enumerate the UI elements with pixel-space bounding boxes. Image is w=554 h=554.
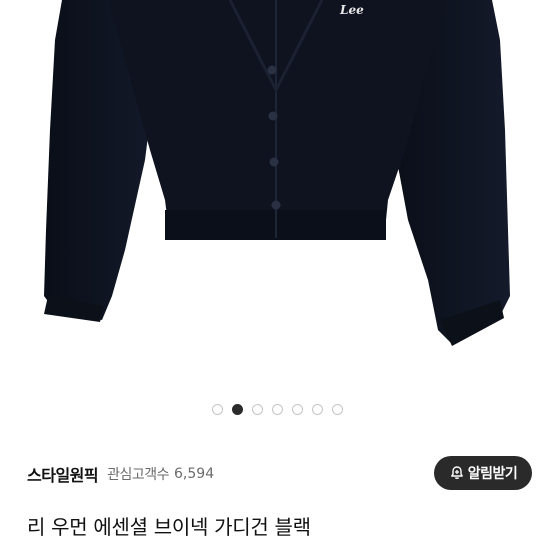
- store-name[interactable]: 스타일원픽: [27, 462, 99, 486]
- product-title: 리 우먼 에센셜 브이넥 가디건 블랙: [27, 515, 311, 539]
- cardigan-photo: Lee: [44, 0, 510, 346]
- alert-subscribe-button[interactable]: 알림받기: [434, 456, 532, 490]
- carousel-dot-active[interactable]: [231, 404, 243, 415]
- carousel-indicator[interactable]: [0, 404, 554, 420]
- store-info: 스타일원픽 관심고객수 6,594 알림받기: [27, 456, 532, 492]
- product-image[interactable]: Lee: [0, 0, 554, 392]
- bell-plus-icon: [449, 465, 465, 481]
- carousel-dot[interactable]: [211, 404, 223, 415]
- carousel-dot[interactable]: [311, 404, 323, 415]
- carousel-dot[interactable]: [251, 404, 263, 415]
- carousel-dot[interactable]: [291, 404, 303, 415]
- button: [267, 65, 277, 75]
- button: [271, 200, 281, 210]
- carousel-dot[interactable]: [271, 404, 283, 415]
- interest-count: 6,594: [174, 466, 215, 482]
- button: [269, 157, 279, 167]
- carousel-dot[interactable]: [331, 404, 343, 415]
- button: [268, 111, 278, 121]
- brand-logo: Lee: [339, 3, 364, 17]
- interest-label: 관심고객수: [107, 467, 170, 483]
- alert-button-label: 알림받기: [467, 466, 518, 482]
